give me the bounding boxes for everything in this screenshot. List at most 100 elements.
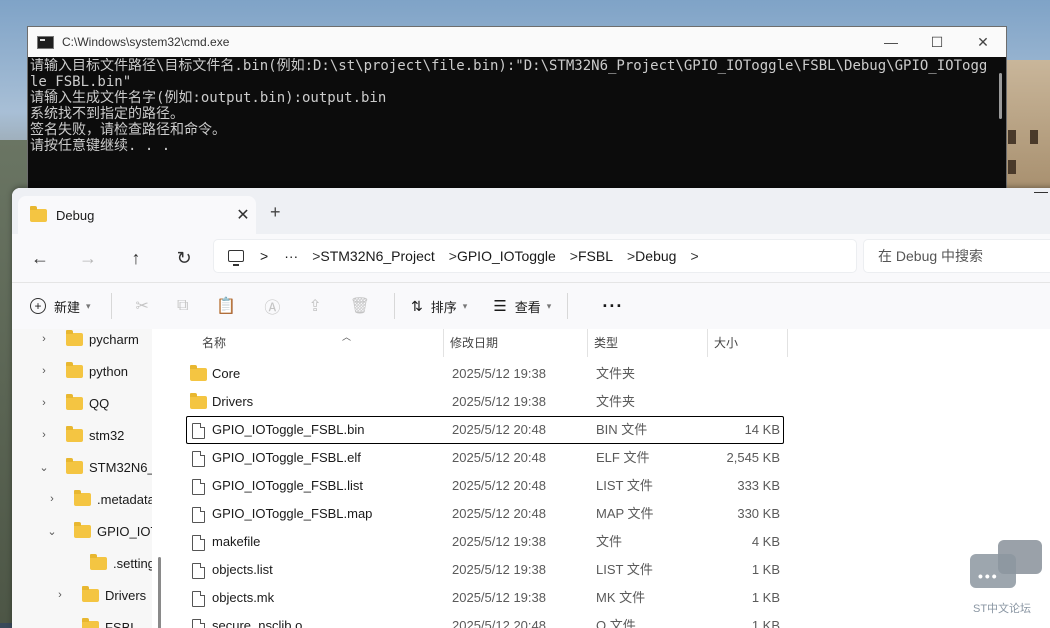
minimize-button[interactable]: — <box>868 27 914 57</box>
expand-arrow-icon[interactable]: › <box>38 333 50 345</box>
forward-button[interactable]: → <box>64 248 112 269</box>
file-row[interactable]: GPIO_IOToggle_FSBL.list 2025/5/12 20:48 … <box>186 472 784 500</box>
expand-arrow-icon[interactable]: › <box>46 493 58 505</box>
folder-icon <box>66 365 83 378</box>
window-minimize-icon[interactable] <box>1034 192 1048 193</box>
more-options-button[interactable]: ··· <box>602 296 623 317</box>
maximize-button[interactable]: ☐ <box>914 27 960 57</box>
sidebar-item-gpio-iotoggle[interactable]: ⌄ GPIO_IOTo <box>46 515 152 547</box>
divider <box>567 293 568 319</box>
column-header-type[interactable]: 类型 <box>588 329 708 357</box>
navigation-bar: ← → ↑ ↻ > ··· > STM32N6_Project > GPIO_I… <box>12 234 1050 282</box>
delete-icon[interactable]: 🗑 <box>350 296 370 316</box>
expand-arrow-icon[interactable]: › <box>38 397 50 409</box>
new-tab-button[interactable]: + <box>270 202 281 223</box>
file-row[interactable]: objects.mk 2025/5/12 19:38 MK 文件 1 KB <box>186 584 784 612</box>
file-date: 2025/5/12 19:38 <box>452 556 546 584</box>
file-date: 2025/5/12 19:38 <box>452 388 546 416</box>
cmd-app-icon <box>37 36 54 49</box>
sidebar-item-python[interactable]: › python <box>38 355 128 387</box>
command-bar: + 新建 ▾ ✂ ⧉ 📋 Ⓐ ⇪ 🗑 ⇅ 排序 ▾ ☰ 查看 ▾ ··· <box>12 282 1050 330</box>
collapse-arrow-icon[interactable]: ⌄ <box>46 525 58 538</box>
tab-debug[interactable]: Debug ✕ <box>18 196 256 234</box>
file-row[interactable]: GPIO_IOToggle_FSBL.map 2025/5/12 20:48 M… <box>186 500 784 528</box>
cmd-window[interactable]: C:\Windows\system32\cmd.exe — ☐ ✕ 请输入目标文… <box>27 26 1007 198</box>
tab-close-icon[interactable]: ✕ <box>230 205 256 225</box>
cmd-scrollbar[interactable] <box>999 73 1002 119</box>
file-size: 4 KB <box>752 528 780 556</box>
sidebar-item-label: Drivers <box>105 588 146 603</box>
sidebar-item-qq[interactable]: › QQ <box>38 387 109 419</box>
sidebar-item-metadata[interactable]: › .metadata <box>46 483 152 515</box>
rename-icon[interactable]: Ⓐ <box>264 294 280 318</box>
expand-arrow-icon[interactable]: › <box>54 589 66 601</box>
file-icon <box>192 619 205 628</box>
breadcrumb-more[interactable]: ··· <box>284 248 298 264</box>
file-date: 2025/5/12 19:38 <box>452 360 546 388</box>
new-label: 新建 <box>54 297 80 316</box>
paste-icon[interactable]: 📋 <box>216 296 236 316</box>
computer-icon <box>228 250 244 262</box>
address-bar[interactable]: > ··· > STM32N6_Project > GPIO_IOToggle … <box>214 240 856 272</box>
file-icon <box>192 479 205 495</box>
tab-label: Debug <box>56 208 230 223</box>
back-button[interactable]: ← <box>16 248 64 269</box>
navigation-pane[interactable]: › pycharm › python › QQ › stm32 ⌄ <box>12 329 152 628</box>
file-row[interactable]: makefile 2025/5/12 19:38 文件 4 KB <box>186 528 784 556</box>
up-button[interactable]: ↑ <box>112 248 160 269</box>
column-header-name[interactable]: ︿ 名称 <box>196 329 444 357</box>
folder-icon <box>74 493 91 506</box>
file-list: ︿ 名称 修改日期 类型 大小 Core 2025/5/12 19:38 文件夹… <box>170 329 1050 628</box>
breadcrumb-separator: > <box>312 248 320 264</box>
sidebar-item-label: .settings <box>113 556 152 571</box>
close-button[interactable]: ✕ <box>960 27 1006 57</box>
sidebar-item-drivers[interactable]: › Drivers <box>54 579 146 611</box>
breadcrumb-item[interactable]: Debug <box>635 248 676 264</box>
breadcrumb-separator[interactable]: > <box>690 248 698 264</box>
expand-arrow-icon[interactable]: › <box>38 429 50 441</box>
file-row[interactable]: Core 2025/5/12 19:38 文件夹 <box>186 360 784 388</box>
sidebar-scrollbar[interactable] <box>158 557 161 628</box>
file-type: O 文件 <box>596 612 636 628</box>
breadcrumb-item[interactable]: GPIO_IOToggle <box>457 248 556 264</box>
copy-icon[interactable]: ⧉ <box>177 297 188 315</box>
cmd-output[interactable]: 请输入目标文件路径\目标文件名.bin(例如:D:\st\project\fil… <box>29 58 992 197</box>
dots-icon: ••• <box>978 568 999 584</box>
refresh-button[interactable]: ↻ <box>160 248 208 269</box>
column-header-date[interactable]: 修改日期 <box>444 329 588 357</box>
folder-icon <box>66 429 83 442</box>
file-icon <box>192 535 205 551</box>
forum-watermark: ••• ST中文论坛 <box>970 540 1050 620</box>
file-row[interactable]: secure_nsclib.o 2025/5/12 20:48 O 文件 1 K… <box>186 612 784 628</box>
cmd-titlebar[interactable]: C:\Windows\system32\cmd.exe — ☐ ✕ <box>28 27 1006 57</box>
share-icon[interactable]: ⇪ <box>308 296 321 316</box>
content-area: › pycharm › python › QQ › stm32 ⌄ <box>12 329 1050 628</box>
expand-arrow-icon[interactable]: › <box>38 365 50 377</box>
collapse-arrow-icon[interactable]: ⌄ <box>38 461 50 474</box>
file-row-selected[interactable]: GPIO_IOToggle_FSBL.bin 2025/5/12 20:48 B… <box>186 416 784 444</box>
view-button[interactable]: ☰ 查看 ▾ <box>493 297 551 316</box>
file-row[interactable]: GPIO_IOToggle_FSBL.elf 2025/5/12 20:48 E… <box>186 444 784 472</box>
chevron-down-icon: ▾ <box>463 301 468 312</box>
file-row[interactable]: Drivers 2025/5/12 19:38 文件夹 <box>186 388 784 416</box>
sidebar-item-pycharm[interactable]: › pycharm <box>38 329 139 355</box>
search-input[interactable]: 在 Debug 中搜索 <box>864 240 1050 272</box>
new-button[interactable]: + 新建 ▾ <box>30 297 91 316</box>
file-name: Core <box>212 360 240 388</box>
file-row[interactable]: objects.list 2025/5/12 19:38 LIST 文件 1 K… <box>186 556 784 584</box>
sidebar-item-settings[interactable]: .settings <box>62 547 152 579</box>
file-type: MAP 文件 <box>596 500 654 528</box>
view-label: 查看 <box>515 297 541 316</box>
file-type: LIST 文件 <box>596 472 653 500</box>
sidebar-item-stm32[interactable]: › stm32 <box>38 419 124 451</box>
chevron-down-icon: ▾ <box>86 301 91 312</box>
breadcrumb-item[interactable]: FSBL <box>578 248 613 264</box>
cut-icon[interactable]: ✂ <box>136 296 149 316</box>
breadcrumb-item[interactable]: STM32N6_Project <box>320 248 434 264</box>
sidebar-item-fsbl[interactable]: FSBL <box>54 611 138 628</box>
explorer-window[interactable]: Debug ✕ + ← → ↑ ↻ > ··· > STM32N6_Projec… <box>12 188 1050 628</box>
folder-icon <box>82 621 99 628</box>
sort-button[interactable]: ⇅ 排序 ▾ <box>411 297 467 316</box>
sidebar-item-stm32n6-project[interactable]: ⌄ STM32N6_P <box>38 451 152 483</box>
column-header-size[interactable]: 大小 <box>708 329 788 357</box>
